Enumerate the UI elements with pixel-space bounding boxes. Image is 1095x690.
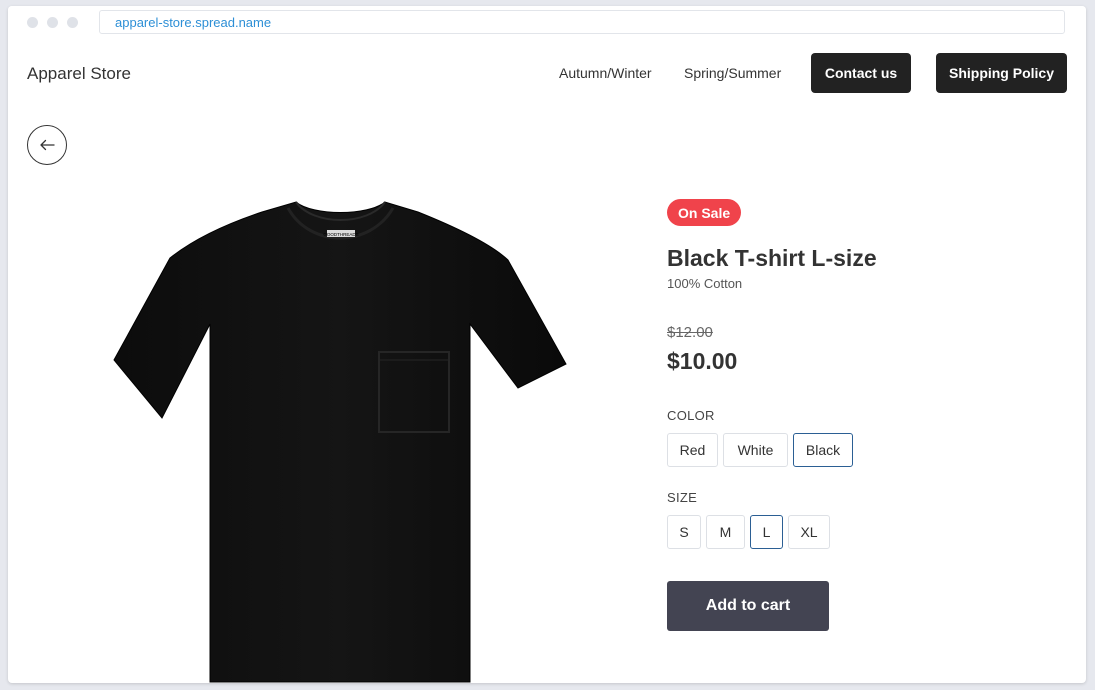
size-option-xl[interactable]: XL [788,515,830,549]
size-label: SIZE [667,490,698,505]
window-dot-minimize[interactable] [47,17,58,28]
color-option-red[interactable]: Red [667,433,718,467]
window-dot-close[interactable] [27,17,38,28]
add-to-cart-button[interactable]: Add to cart [667,581,829,631]
contact-us-button[interactable]: Contact us [811,53,911,93]
arrow-left-icon [40,139,55,151]
tshirt-image: GOODTHREADS [113,201,567,683]
nav-link-spring-summer[interactable]: Spring/Summer [684,65,781,81]
brand-logo[interactable]: Apparel Store [27,64,131,84]
color-label: COLOR [667,408,715,423]
browser-window: apparel-store.spread.name Apparel Store … [8,6,1086,683]
product-material: 100% Cotton [667,276,743,291]
brand-tag: GOODTHREADS [323,232,358,237]
product-title: Black T-shirt L-size [667,245,877,271]
size-option-l[interactable]: L [750,515,783,549]
url-text: apparel-store.spread.name [115,15,272,30]
color-option-white[interactable]: White [723,433,788,467]
browser-chrome: apparel-store.spread.name [8,6,1086,40]
original-price: $12.00 [667,324,713,341]
url-bar[interactable]: apparel-store.spread.name [99,10,1065,34]
back-button[interactable] [27,125,67,165]
size-option-s[interactable]: S [667,515,701,549]
window-dot-maximize[interactable] [67,17,78,28]
on-sale-badge: On Sale [667,199,742,226]
sale-price: $10.00 [667,348,738,374]
nav-link-autumn-winter[interactable]: Autumn/Winter [559,65,652,81]
shipping-policy-button[interactable]: Shipping Policy [936,53,1067,93]
size-option-m[interactable]: M [706,515,745,549]
color-option-black[interactable]: Black [793,433,853,467]
